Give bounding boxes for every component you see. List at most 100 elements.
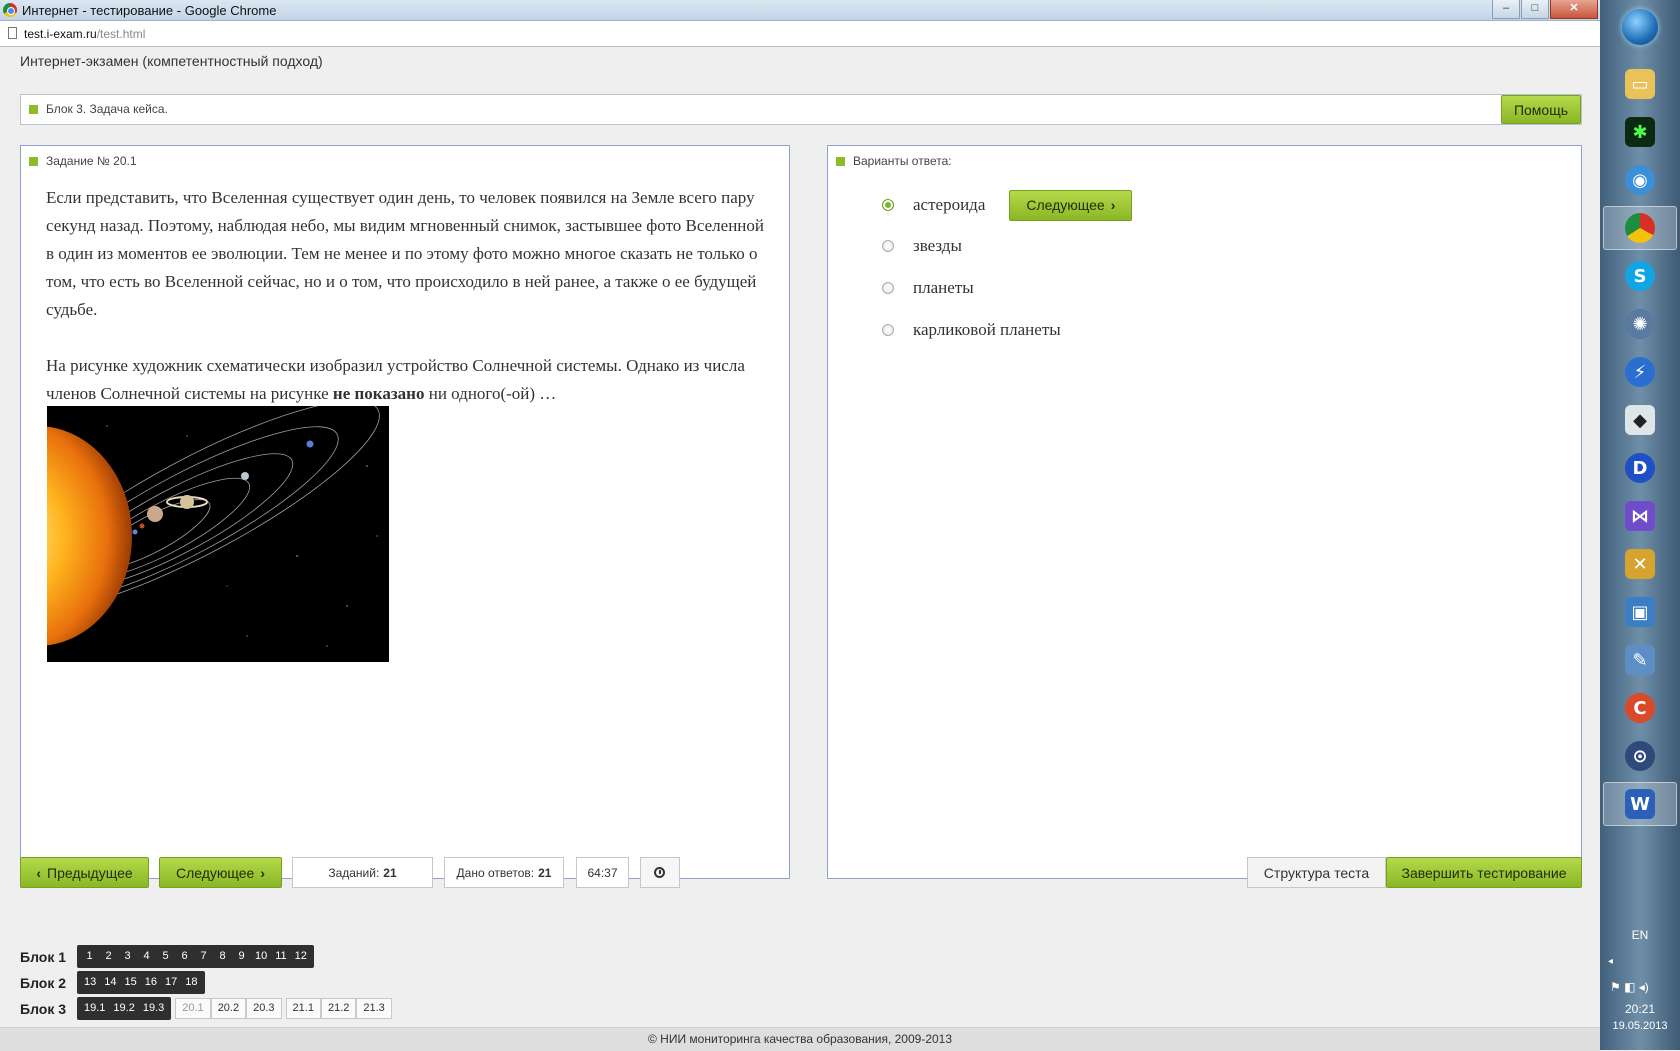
taskbar-item[interactable]: ⊙ (1603, 734, 1677, 778)
taskbar-item[interactable]: C (1603, 686, 1677, 730)
task-link[interactable]: 20.2 (210, 998, 247, 1019)
maximize-button[interactable]: □ (1521, 0, 1549, 19)
task-panel: Задание № 20.1 Если представить, что Все… (20, 145, 790, 879)
task-link[interactable]: 6 (175, 945, 194, 968)
task-link[interactable]: 21.2 (320, 998, 357, 1019)
answers-count-label: Дано ответов: (456, 865, 535, 880)
taskbar-item[interactable]: ◉ (1603, 158, 1677, 202)
chevron-right-icon: › (260, 864, 266, 881)
previous-label: Предыдущее (47, 864, 133, 881)
task-text: Если представить, что Вселенная существу… (46, 184, 768, 408)
task-link[interactable]: 17 (161, 971, 181, 994)
radio-button[interactable] (882, 240, 894, 252)
radio-button[interactable] (882, 282, 894, 294)
answer-option[interactable]: астероида Следующее › (882, 189, 1133, 221)
task-link[interactable]: 18 (181, 971, 201, 994)
task-link[interactable]: 13 (80, 971, 100, 994)
answer-label[interactable]: карликовой планеты (913, 320, 1061, 340)
wolf-icon: ◆ (1625, 405, 1655, 435)
task-link[interactable]: 10 (251, 945, 271, 968)
clock-icon (654, 867, 665, 878)
task-link[interactable]: 12 (291, 945, 311, 968)
tools-icon: ✕ (1625, 549, 1655, 579)
next-answer-button[interactable]: Следующее › (1009, 189, 1133, 221)
taskbar-item[interactable]: W (1603, 782, 1677, 826)
finish-test-button[interactable]: Завершить тестирование (1386, 857, 1582, 888)
taskbar-item[interactable]: ✺ (1603, 302, 1677, 346)
visual-studio-icon: ⋈ (1625, 501, 1655, 531)
taskbar-item[interactable]: S (1603, 254, 1677, 298)
task-link[interactable]: 19.3 (139, 997, 168, 1020)
task-paragraph: Если представить, что Вселенная существу… (46, 188, 764, 319)
skype-icon: S (1625, 261, 1655, 291)
task-link[interactable]: 21.1 (285, 998, 321, 1019)
task-link-current[interactable]: 20.1 (175, 998, 211, 1019)
answer-option[interactable]: планеты (882, 276, 974, 300)
task-link[interactable]: 14 (100, 971, 120, 994)
radio-button[interactable] (882, 324, 894, 336)
ccleaner-icon: C (1625, 693, 1655, 723)
task-label-wrap: Задание № 20.1 (29, 154, 137, 168)
clock-date[interactable]: 19.05.2013 (1600, 1020, 1680, 1032)
taskbar-item[interactable]: ⋈ (1603, 494, 1677, 538)
start-button[interactable] (1622, 9, 1658, 45)
tray-expand-icon[interactable]: ◂ (1608, 956, 1613, 967)
answer-label[interactable]: звезды (913, 236, 962, 256)
chromium-icon: ✺ (1625, 309, 1655, 339)
close-button[interactable]: ✕ (1550, 0, 1598, 19)
task-link[interactable]: 21.3 (356, 998, 392, 1019)
task-link[interactable]: 1 (80, 945, 99, 968)
task-link[interactable]: 5 (156, 945, 175, 968)
task-link[interactable]: 16 (141, 971, 161, 994)
task-link[interactable]: 11 (271, 945, 290, 968)
task-link[interactable]: 4 (137, 945, 156, 968)
answers-label-wrap: Варианты ответа: (836, 154, 952, 168)
page: Интернет-экзамен (компетентностный подхо… (0, 47, 1600, 1050)
next-button[interactable]: Следующее › (159, 857, 282, 888)
task-link[interactable]: 19.1 (80, 997, 109, 1020)
help-button[interactable]: Помощь (1501, 95, 1581, 124)
chevron-left-icon: ‹ (36, 864, 41, 881)
taskbar-item[interactable]: ✕ (1603, 542, 1677, 586)
task-link[interactable]: 19.2 (109, 997, 138, 1020)
answer-option[interactable]: карликовой планеты (882, 318, 1061, 342)
answer-label[interactable]: астероида (913, 195, 985, 215)
test-structure-button[interactable]: Структура теста (1247, 857, 1386, 888)
footer: © НИИ мониторинга качества образования, … (0, 1027, 1600, 1051)
minimize-button[interactable]: – (1492, 0, 1520, 19)
taskbar-item[interactable]: ✱ (1603, 110, 1677, 154)
folder-icon: ▭ (1625, 69, 1655, 99)
task-link[interactable]: 7 (194, 945, 213, 968)
answer-label[interactable]: планеты (913, 278, 974, 298)
chevron-right-icon: › (1110, 197, 1116, 213)
task-link[interactable]: 8 (213, 945, 232, 968)
clock-time[interactable]: 20:21 (1600, 1002, 1680, 1016)
taskbar-item[interactable]: ◆ (1603, 398, 1677, 442)
taskbar-item[interactable]: ▣ (1603, 590, 1677, 634)
taskbar-item[interactable]: ✎ (1603, 638, 1677, 682)
tray-icons[interactable]: ⚑ ◧ ◂) (1610, 980, 1649, 994)
task-link[interactable]: 20.3 (246, 998, 282, 1019)
task-link[interactable]: 3 (118, 945, 137, 968)
clock-button[interactable] (640, 857, 680, 888)
marker-icon (836, 157, 845, 166)
previous-button[interactable]: ‹ Предыдущее (20, 857, 149, 888)
task-link[interactable]: 2 (99, 945, 118, 968)
task-link[interactable]: 15 (121, 971, 141, 994)
language-indicator[interactable]: EN (1600, 928, 1680, 942)
task-group: 1 2 3 4 5 6 7 8 9 10 11 12 (77, 945, 314, 968)
task-group: 19.1 19.2 19.3 (77, 997, 172, 1020)
address-bar[interactable]: test.i-exam.ru/test.html (0, 21, 1600, 47)
question-text-after: ни одного(-ой) … (424, 384, 557, 403)
answer-option[interactable]: звезды (882, 234, 962, 258)
taskbar-item[interactable]: ▭ (1603, 62, 1677, 106)
taskbar-item[interactable] (1603, 206, 1677, 250)
tasks-count: Заданий: 21 (292, 857, 433, 888)
block-row-1: Блок 1 1 2 3 4 5 6 7 8 9 10 11 12 (20, 945, 314, 968)
radio-button[interactable] (882, 199, 894, 211)
task-group: 13 14 15 16 17 18 (77, 971, 205, 994)
url[interactable]: test.i-exam.ru/test.html (24, 27, 145, 41)
taskbar-item[interactable]: D (1603, 446, 1677, 490)
taskbar-item[interactable]: ⚡ (1603, 350, 1677, 394)
task-link[interactable]: 9 (232, 945, 251, 968)
